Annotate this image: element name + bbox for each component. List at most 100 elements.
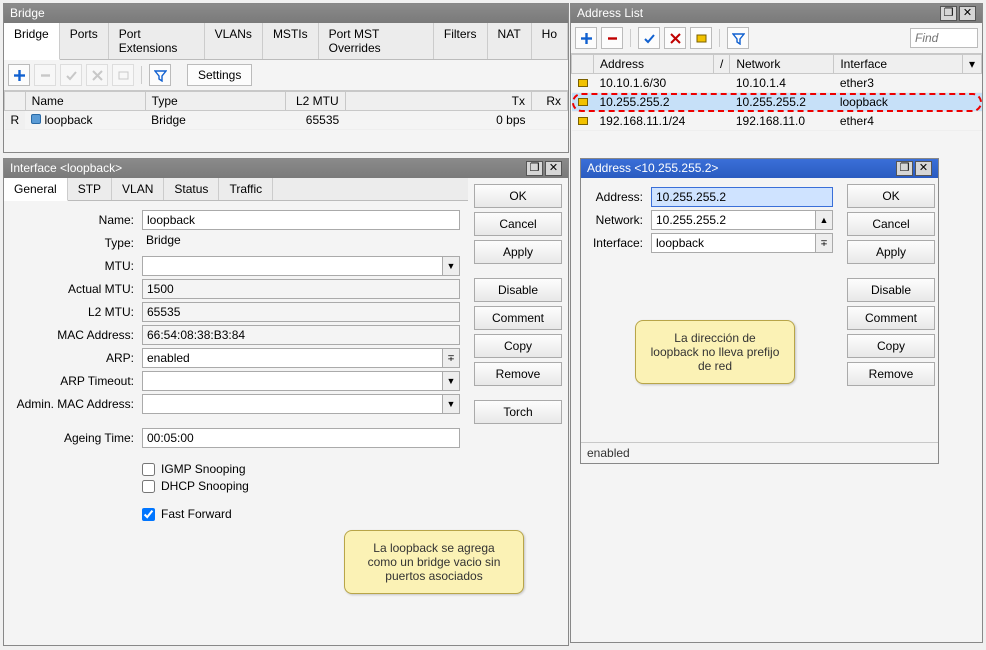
igmp-snooping-checkbox[interactable] [142, 463, 155, 476]
close-icon[interactable]: ✕ [959, 6, 976, 21]
col-l2mtu[interactable]: L2 MTU [285, 92, 345, 111]
tab-stp[interactable]: STP [68, 178, 112, 200]
ok-button[interactable]: OK [474, 184, 562, 208]
close-icon[interactable]: ✕ [915, 161, 932, 176]
address-field[interactable] [651, 187, 833, 207]
tab-port-extensions[interactable]: Port Extensions [109, 23, 205, 59]
table-row[interactable]: 10.10.1.6/30 10.10.1.4 ether3 [572, 74, 982, 93]
bridge-titlebar: Bridge [4, 4, 568, 23]
bridge-icon [31, 114, 41, 124]
address-list-toolbar [571, 23, 982, 54]
col-network[interactable]: Network [730, 55, 834, 74]
disable-button[interactable]: Disable [847, 278, 935, 302]
disable-button[interactable]: Disable [474, 278, 562, 302]
arp-timeout-field[interactable] [142, 371, 443, 391]
settings-button[interactable]: Settings [187, 64, 252, 86]
restore-icon[interactable]: ❐ [896, 161, 913, 176]
mac-field [142, 325, 460, 345]
address-list-title: Address List [577, 4, 643, 23]
interface-field[interactable] [651, 233, 816, 253]
address-grid: Address / Network Interface ▾ 10.10.1.6/… [571, 54, 982, 131]
bridge-window: Bridge Bridge Ports Port Extensions VLAN… [3, 3, 569, 153]
interface-form: Name: Type:Bridge MTU:▼ Actual MTU: L2 M… [4, 201, 468, 530]
comment-button[interactable]: Comment [474, 306, 562, 330]
close-icon[interactable]: ✕ [545, 161, 562, 176]
table-row[interactable]: R loopback Bridge 65535 0 bps [5, 111, 568, 130]
flag-icon [578, 79, 588, 87]
chevron-down-icon[interactable]: ▼ [443, 371, 460, 391]
tab-hosts[interactable]: Ho [532, 23, 568, 59]
interface-tabs: General STP VLAN Status Traffic [4, 178, 468, 201]
name-field[interactable] [142, 210, 460, 230]
arp-field[interactable] [142, 348, 443, 368]
address-buttons: OK Cancel Apply Disable Comment Copy Rem… [841, 178, 941, 392]
tab-filters[interactable]: Filters [434, 23, 488, 59]
bridge-toolbar: Settings [4, 60, 568, 91]
tab-nat[interactable]: NAT [488, 23, 532, 59]
col-type[interactable]: Type [145, 92, 285, 111]
col-rx[interactable]: Rx [532, 92, 568, 111]
tab-bridge[interactable]: Bridge [4, 23, 60, 60]
col-interface[interactable]: Interface [834, 55, 963, 74]
table-row[interactable]: 192.168.11.1/24 192.168.11.0 ether4 [572, 112, 982, 131]
remove-button[interactable] [601, 27, 623, 49]
restore-icon[interactable]: ❐ [940, 6, 957, 21]
disable-button[interactable] [664, 27, 686, 49]
network-field[interactable] [651, 210, 816, 230]
add-button[interactable] [8, 64, 30, 86]
dhcp-snooping-checkbox[interactable] [142, 480, 155, 493]
ok-button[interactable]: OK [847, 184, 935, 208]
address-title: Address <10.255.255.2> [587, 159, 718, 178]
enable-button[interactable] [638, 27, 660, 49]
callout-address-note: La dirección de loopback no lleva prefij… [635, 320, 795, 384]
chevron-down-icon[interactable]: ▼ [443, 256, 460, 276]
copy-button[interactable]: Copy [847, 334, 935, 358]
table-row[interactable]: 10.255.255.2 10.255.255.2 loopback [572, 93, 982, 112]
cancel-button[interactable]: Cancel [847, 212, 935, 236]
enable-button[interactable] [60, 64, 82, 86]
comment-button[interactable]: Comment [847, 306, 935, 330]
filter-button[interactable] [149, 64, 171, 86]
copy-button[interactable]: Copy [474, 334, 562, 358]
disable-button[interactable] [86, 64, 108, 86]
bridge-title: Bridge [10, 4, 45, 23]
type-field: Bridge [142, 233, 460, 253]
tab-ports[interactable]: Ports [60, 23, 109, 59]
col-tx[interactable]: Tx [345, 92, 531, 111]
col-name[interactable]: Name [25, 92, 145, 111]
remove-button[interactable]: Remove [847, 362, 935, 386]
tab-status[interactable]: Status [164, 178, 219, 200]
interface-title: Interface <loopback> [10, 159, 122, 178]
dropdown-icon[interactable]: ∓ [816, 233, 833, 253]
restore-icon[interactable]: ❐ [526, 161, 543, 176]
tab-traffic[interactable]: Traffic [219, 178, 273, 200]
remove-button[interactable] [34, 64, 56, 86]
fast-forward-checkbox[interactable] [142, 508, 155, 521]
find-input[interactable] [910, 28, 978, 48]
add-button[interactable] [575, 27, 597, 49]
tab-mstis[interactable]: MSTIs [263, 23, 319, 59]
dropdown-icon[interactable]: ∓ [443, 348, 460, 368]
apply-button[interactable]: Apply [474, 240, 562, 264]
ageing-time-field[interactable] [142, 428, 460, 448]
col-menu[interactable]: ▾ [962, 55, 981, 74]
filter-button[interactable] [727, 27, 749, 49]
cancel-button[interactable]: Cancel [474, 212, 562, 236]
tab-vlan[interactable]: VLAN [112, 178, 164, 200]
torch-button[interactable]: Torch [474, 400, 562, 424]
chevron-down-icon[interactable]: ▼ [443, 394, 460, 414]
address-titlebar: Address <10.255.255.2> ❐ ✕ [581, 159, 938, 178]
apply-button[interactable]: Apply [847, 240, 935, 264]
flag-icon [578, 98, 588, 106]
tab-vlans[interactable]: VLANs [205, 23, 263, 59]
chevron-up-icon[interactable]: ▲ [816, 210, 833, 230]
remove-button[interactable]: Remove [474, 362, 562, 386]
callout-bridge-note: La loopback se agrega como un bridge vac… [344, 530, 524, 594]
comment-button[interactable] [690, 27, 712, 49]
comment-button[interactable] [112, 64, 134, 86]
tab-port-mst-overrides[interactable]: Port MST Overrides [319, 23, 434, 59]
tab-general[interactable]: General [4, 178, 68, 201]
col-address[interactable]: Address [594, 55, 714, 74]
admin-mac-field[interactable] [142, 394, 443, 414]
mtu-field[interactable] [142, 256, 443, 276]
